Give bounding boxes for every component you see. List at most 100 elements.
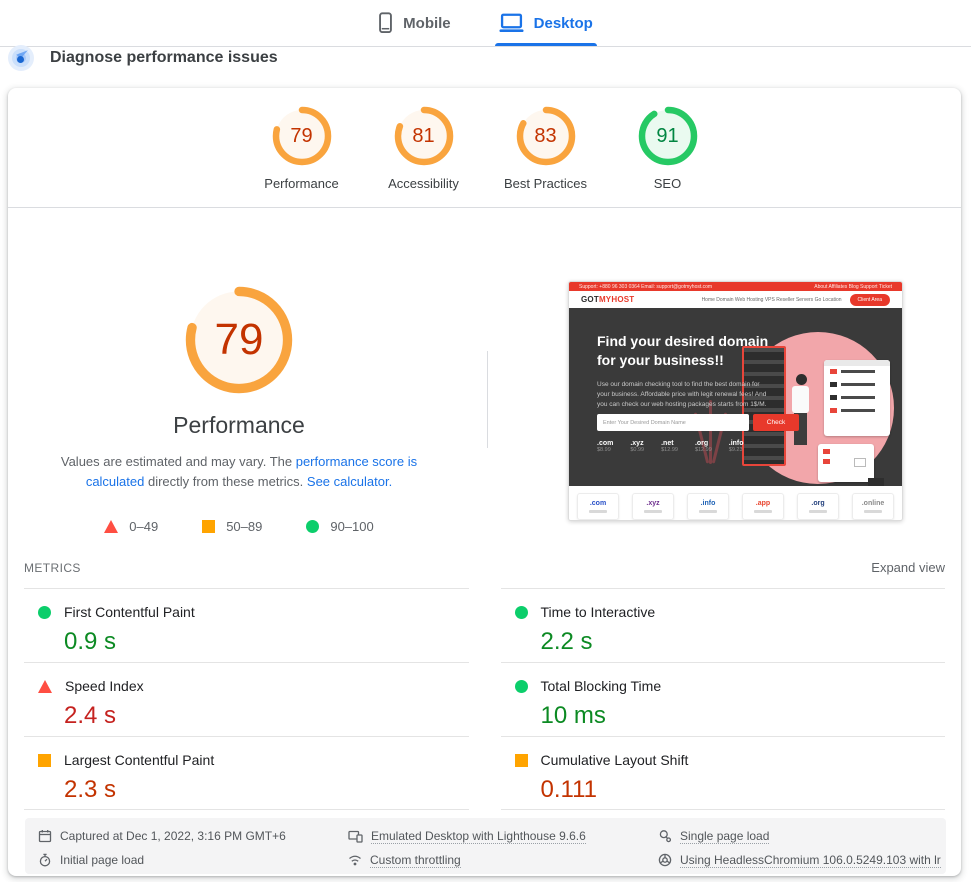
metric-value: 2.3 s: [64, 776, 469, 804]
category-performance: 79 Performance: [244, 106, 360, 191]
hero-person: [792, 374, 814, 445]
desktop-laptop-icon: [499, 13, 524, 33]
legend-average: 50–89: [202, 519, 262, 534]
metric-name: Largest Contentful Paint: [64, 752, 214, 768]
summary-title: Performance: [8, 412, 470, 439]
metric-value: 10 ms: [541, 702, 946, 730]
tab-mobile[interactable]: Mobile: [376, 0, 453, 46]
metric-name: Cumulative Layout Shift: [541, 752, 689, 768]
site-hero: Find your desired domain for your busine…: [569, 308, 902, 486]
single-page-load-text[interactable]: Single page load: [680, 829, 769, 844]
best-practices-score: 83: [516, 106, 576, 166]
seo-score: 91: [638, 106, 698, 166]
diagnose-label: Diagnose performance issues: [50, 49, 278, 67]
emulated-device-text[interactable]: Emulated Desktop with Lighthouse 9.6.6: [371, 829, 586, 844]
emulated-devices-icon: [348, 829, 363, 843]
poor-triangle-icon: [104, 520, 118, 533]
metric-value: 2.4 s: [64, 702, 469, 730]
metric-name: Total Blocking Time: [541, 678, 662, 694]
seo-gauge[interactable]: 91: [638, 106, 698, 166]
custom-throttling-text[interactable]: Custom throttling: [370, 853, 461, 868]
chromium-version-item: Using HeadlessChromium 106.0.5249.103 wi…: [658, 848, 946, 872]
best-practices-gauge-label[interactable]: Best Practices: [504, 176, 587, 191]
metric-status-icon: [38, 754, 51, 767]
throttling-signal-icon: [348, 853, 362, 867]
score-legend: 0–49 50–89 90–100: [8, 519, 470, 534]
performance-gauge-label[interactable]: Performance: [264, 176, 338, 191]
metrics-header: METRICS Expand view: [24, 560, 945, 575]
tab-mobile-label: Mobile: [403, 15, 451, 32]
metric-largest-contentful-paint: Largest Contentful Paint 2.3 s: [24, 736, 469, 810]
metric-value: 0.111: [541, 776, 946, 804]
metrics-grid: First Contentful Paint 0.9 s Time to Int…: [24, 588, 945, 810]
category-best-practices: 83 Best Practices: [488, 106, 604, 191]
environment-footer: Captured at Dec 1, 2022, 3:16 PM GMT+6 I…: [25, 818, 946, 874]
pagespeed-report: Mobile Desktop Diagnose performance issu…: [0, 0, 971, 882]
hero-heading: Find your desired domain for your busine…: [597, 332, 768, 370]
see-calculator-link[interactable]: See calculator.: [307, 474, 392, 489]
diagnose-radar-icon[interactable]: [8, 45, 34, 71]
section-divider: [8, 207, 961, 208]
main-performance-score: 79: [183, 284, 295, 396]
disclaimer-text: Values are estimated and may vary. The: [61, 454, 296, 469]
footer-column-1: Captured at Dec 1, 2022, 3:16 PM GMT+6 I…: [38, 824, 348, 874]
metric-status-icon: [515, 680, 528, 693]
site-navbar: GOTMYHOST Home Domain Web Hosting VPS Re…: [569, 291, 902, 308]
accessibility-score: 81: [394, 106, 454, 166]
custom-throttling-item: Custom throttling: [348, 848, 658, 872]
tab-desktop-label: Desktop: [534, 15, 593, 32]
metric-total-blocking-time: Total Blocking Time 10 ms: [501, 662, 946, 736]
stopwatch-icon: [38, 853, 52, 867]
accessibility-gauge-label[interactable]: Accessibility: [388, 176, 459, 191]
summary-disclaimer: Values are estimated and may vary. The p…: [35, 452, 443, 492]
category-accessibility: 81 Accessibility: [366, 106, 482, 191]
hero-paragraph: Use our domain checking tool to find the…: [597, 380, 766, 410]
tab-desktop[interactable]: Desktop: [497, 0, 595, 46]
main-performance-gauge: 79: [183, 284, 295, 396]
hero-server-list-window: [824, 360, 890, 436]
metric-speed-index: Speed Index 2.4 s: [24, 662, 469, 736]
performance-gauge[interactable]: 79: [272, 106, 332, 166]
performance-summary: 79 Performance Values are estimated and …: [8, 284, 470, 534]
metrics-heading: METRICS: [24, 561, 81, 575]
site-topbar: Support: +880 96 303 0364 Email: support…: [569, 282, 902, 291]
metric-status-icon: [515, 754, 528, 767]
metric-cumulative-layout-shift: Cumulative Layout Shift 0.111: [501, 736, 946, 810]
accessibility-gauge[interactable]: 81: [394, 106, 454, 166]
best-practices-gauge[interactable]: 83: [516, 106, 576, 166]
average-square-icon: [202, 520, 215, 533]
legend-good-range: 90–100: [330, 519, 373, 534]
metric-name: Speed Index: [65, 678, 144, 694]
legend-good: 90–100: [306, 519, 373, 534]
hero-tld-prices: .com$8.99 .xyz$0.99 .net$12.99 .org$12.9…: [597, 440, 744, 453]
legend-average-range: 50–89: [226, 519, 262, 534]
captured-at-text: Captured at Dec 1, 2022, 3:16 PM GMT+6: [60, 829, 286, 843]
chromium-version-text[interactable]: Using HeadlessChromium 106.0.5249.103 wi…: [680, 853, 941, 868]
metric-status-icon: [38, 606, 51, 619]
category-seo: 91 SEO: [610, 106, 726, 191]
category-gauges: 79 Performance 81 Accessibility 83 Best …: [8, 106, 961, 191]
single-page-load-item: Single page load: [658, 824, 946, 848]
expand-view-button[interactable]: Expand view: [871, 560, 945, 575]
domain-check-button: Check: [753, 414, 799, 431]
legend-poor-range: 0–49: [129, 519, 158, 534]
domain-search-input: Enter Your Desired Domain Name: [597, 414, 749, 431]
site-logo: GOTMYHOST: [581, 295, 634, 304]
footer-column-3: Single page load Using HeadlessChromium …: [658, 824, 946, 874]
site-tld-cards: .com .xyz .info .app .org .online: [569, 486, 902, 521]
performance-score: 79: [272, 106, 332, 166]
site-client-area-button: Client Area: [850, 294, 890, 306]
vertical-divider: [487, 351, 488, 448]
metric-name: First Contentful Paint: [64, 604, 195, 620]
good-circle-icon: [306, 520, 319, 533]
seo-gauge-label[interactable]: SEO: [654, 176, 681, 191]
metric-value: 0.9 s: [64, 628, 469, 656]
hero-diagram-window: [818, 444, 874, 482]
site-screenshot-thumbnail: Support: +880 96 303 0364 Email: support…: [568, 281, 903, 521]
chrome-icon: [658, 853, 672, 867]
metric-name: Time to Interactive: [541, 604, 656, 620]
metric-status-icon: [515, 606, 528, 619]
metric-status-icon: [38, 680, 52, 693]
metric-first-contentful-paint: First Contentful Paint 0.9 s: [24, 588, 469, 662]
metric-time-to-interactive: Time to Interactive 2.2 s: [501, 588, 946, 662]
